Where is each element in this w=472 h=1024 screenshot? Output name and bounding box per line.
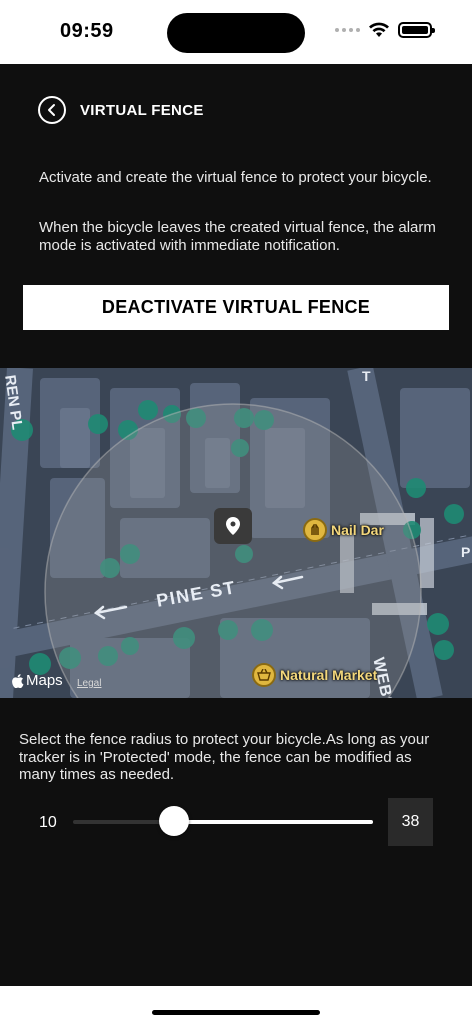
location-pin-icon (226, 517, 240, 535)
back-button[interactable] (38, 96, 66, 124)
battery-icon (398, 22, 435, 38)
poi-label-nail: Nail Dar (331, 522, 384, 538)
back-chevron-icon (48, 104, 55, 116)
radius-slider-fill (174, 820, 373, 824)
map-view[interactable]: PINE ST WEBS REN PL T P Nail Dar Natural… (0, 368, 472, 698)
virtual-fence-screen: VIRTUAL FENCE Activate and create the vi… (0, 64, 472, 986)
street-label-top-right: T (362, 368, 371, 384)
signal-dots-icon (335, 28, 360, 32)
wifi-icon (369, 22, 389, 37)
salon-icon (303, 518, 327, 542)
poi-label-market: Natural Market (280, 667, 378, 683)
dynamic-island (167, 13, 305, 53)
home-indicator[interactable] (152, 1010, 320, 1015)
page-title: VIRTUAL FENCE (80, 101, 204, 119)
poi-nail-salon[interactable]: Nail Dar (303, 518, 384, 542)
home-area (0, 986, 472, 1024)
basket-icon (252, 663, 276, 687)
status-bar: 09:59 (0, 0, 472, 64)
status-icons (335, 22, 435, 38)
maps-brand: Maps (26, 672, 63, 689)
header: VIRTUAL FENCE (38, 96, 204, 124)
street-label-right-edge: P (461, 544, 471, 560)
status-time: 09:59 (60, 20, 114, 42)
poi-natural-market-main[interactable]: Natural Market (252, 663, 377, 687)
slider-min-label: 10 (39, 814, 57, 831)
maps-attribution: Maps (12, 672, 63, 689)
intro-text-1: Activate and create the virtual fence to… (39, 169, 432, 186)
radius-slider-track[interactable] (73, 820, 373, 824)
location-pin-button[interactable] (214, 508, 252, 544)
intro-text-2: When the bicycle leaves the created virt… (39, 219, 436, 254)
radius-description: Select the fence radius to protect your … (19, 731, 430, 783)
apple-icon (12, 673, 24, 688)
radius-value-box: 38 (388, 798, 433, 846)
deactivate-fence-button[interactable]: DEACTIVATE VIRTUAL FENCE (23, 285, 449, 330)
radius-slider-thumb[interactable] (159, 806, 189, 836)
legal-link[interactable]: Legal (77, 678, 101, 689)
